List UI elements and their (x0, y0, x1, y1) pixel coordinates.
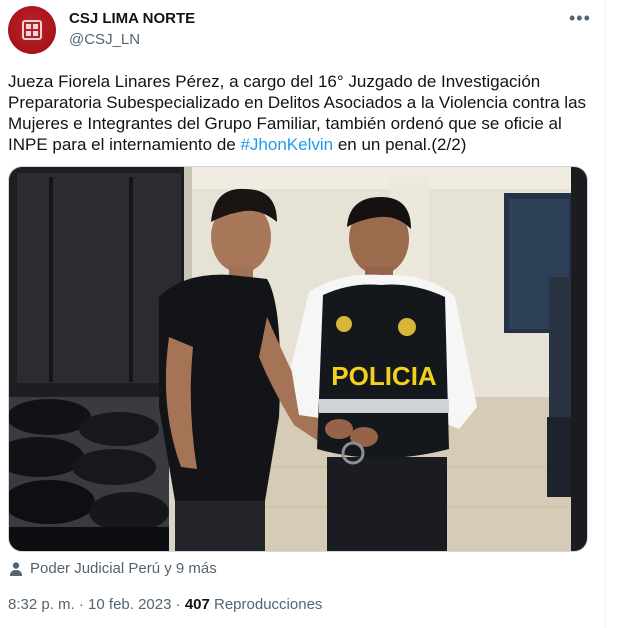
court-logo-icon (22, 20, 42, 40)
tweet-text: Jueza Fiorela Linares Pérez, a cargo del… (8, 71, 598, 155)
vest-text: POLICIA (331, 361, 437, 391)
tagged-people[interactable]: Poder Judicial Perú y 9 más (8, 560, 217, 577)
tagged-text: Poder Judicial Perú y 9 más (30, 560, 217, 577)
person-icon (10, 561, 22, 576)
avatar[interactable] (8, 6, 56, 54)
tweet-card: CSJ LIMA NORTE @CSJ_LN ••• Jueza Fiorela… (0, 0, 606, 628)
hashtag-link[interactable]: #JhonKelvin (240, 135, 333, 154)
more-horizontal-icon[interactable]: ••• (569, 8, 591, 29)
tweet-date[interactable]: 10 feb. 2023 (88, 596, 171, 613)
account-handle[interactable]: @CSJ_LN (69, 31, 140, 48)
tweet-photo[interactable]: POLICIA (8, 166, 588, 552)
meta-separator: · (74, 596, 89, 613)
views-label: Reproducciones (209, 596, 323, 613)
tweet-meta: 8:32 p. m. · 10 feb. 2023 · 407 Reproduc… (8, 596, 322, 613)
account-name[interactable]: CSJ LIMA NORTE (69, 10, 195, 27)
tweet-text-end: en un penal.(2/2) (333, 135, 467, 154)
views-count: 407 (184, 596, 210, 613)
meta-separator-2: · (171, 596, 185, 613)
tweet-time[interactable]: 8:32 p. m. (8, 596, 75, 613)
